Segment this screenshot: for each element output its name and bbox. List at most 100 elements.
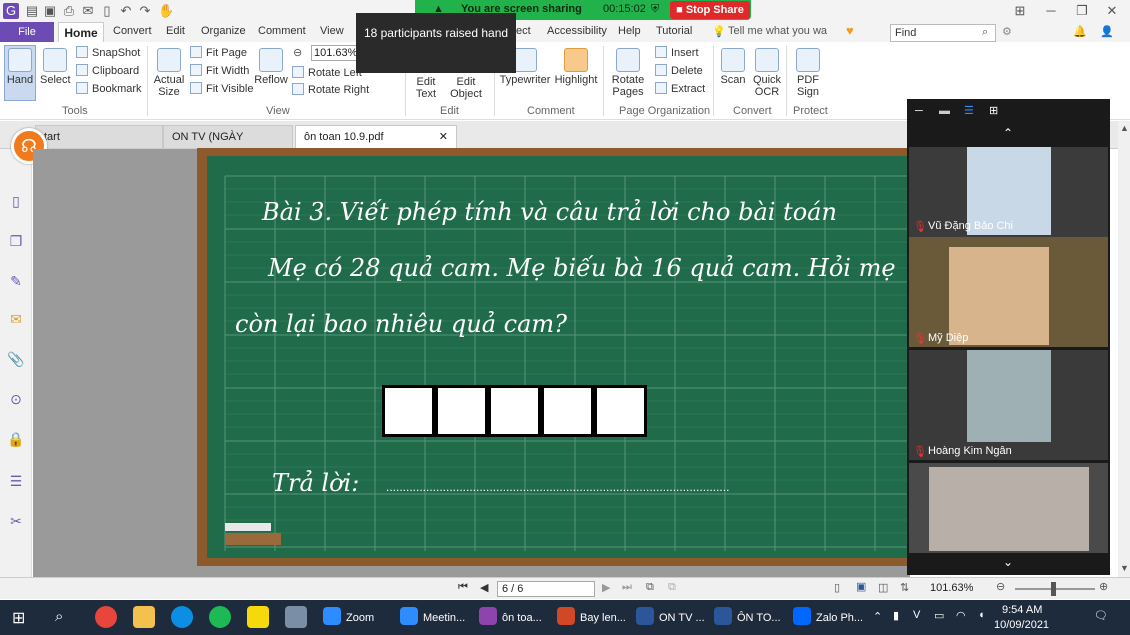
menu-view[interactable]: View (320, 25, 344, 37)
snapshot-button[interactable]: SnapShot (76, 46, 140, 59)
restore-icon[interactable]: ❐ (1074, 3, 1090, 19)
notification-icon[interactable]: 🔔 (1073, 25, 1087, 38)
clipboard-button[interactable]: Clipboard (76, 64, 139, 77)
taskbar-zalo[interactable]: Zalo Ph... (793, 604, 863, 632)
comments-icon[interactable]: ✉ (6, 309, 26, 329)
zoom-out-icon[interactable]: ⊖ (293, 46, 302, 59)
taskbar-word-2[interactable]: ÔN TO... (714, 604, 781, 632)
menu-comment[interactable]: Comment (258, 25, 306, 37)
continuous-page-icon[interactable]: ▣ (856, 580, 866, 593)
taskbar-foxit[interactable]: ôn toa... (479, 604, 542, 632)
cover-page-icon[interactable]: ⇅ (900, 581, 909, 594)
quick-ocr-button[interactable]: Quick OCR (750, 48, 784, 98)
home-tab[interactable]: Home (58, 22, 104, 43)
open-icon[interactable]: ▤ (24, 3, 40, 19)
edit-text-button[interactable]: Edit Text (410, 76, 442, 100)
file-tab[interactable]: File (0, 22, 54, 42)
chrome-icon[interactable] (95, 606, 117, 628)
close-window-icon[interactable]: ✕ (1104, 3, 1120, 19)
wifi-icon[interactable]: ◠ (956, 609, 966, 622)
last-page-icon[interactable]: ⏭ (622, 581, 632, 594)
taskbar-zoom[interactable]: Zoom (323, 604, 374, 632)
tell-me-input[interactable]: Tell me what you wa (728, 25, 827, 37)
previous-page-icon[interactable]: ◀ (480, 581, 488, 594)
form-icon[interactable]: ☰ (6, 471, 26, 491)
menu-organize[interactable]: Organize (201, 25, 246, 37)
vertical-scrollbar[interactable]: ▲ ▼ (1118, 121, 1130, 577)
participant-video-2[interactable] (909, 237, 1108, 347)
email-icon[interactable]: ✉ (80, 3, 96, 19)
settings-icon[interactable]: ⚙ (1002, 25, 1012, 38)
first-page-icon[interactable]: ⏮ (458, 581, 468, 594)
next-page-icon[interactable]: ▶ (602, 581, 610, 594)
search-icon[interactable]: ⌕ (982, 26, 988, 39)
clock-time[interactable]: 9:54 AM (1002, 604, 1042, 616)
fit-visible-button[interactable]: Fit Visible (190, 82, 253, 95)
stamp-icon[interactable]: ⊙ (6, 389, 26, 409)
save-icon[interactable]: ▣ (42, 3, 58, 19)
select-button[interactable]: Select (40, 48, 71, 86)
single-view-icon[interactable]: ▬ (939, 105, 950, 117)
previous-view-icon[interactable]: ⧉ (646, 581, 654, 594)
zoom-input[interactable]: 101.63% (311, 45, 359, 61)
volume-icon[interactable]: ◖ (978, 609, 985, 621)
scroll-down-icon[interactable]: ▼ (1120, 563, 1129, 573)
battery-icon[interactable]: ▭ (934, 609, 944, 622)
facing-page-icon[interactable]: ◫ (878, 581, 888, 594)
page-number-input[interactable]: 6 / 6 (497, 581, 595, 597)
layers-icon[interactable]: ❐ (6, 231, 26, 251)
minimize-icon[interactable]: ─ (1043, 3, 1059, 19)
hand-tool-icon[interactable]: ✋ (158, 3, 174, 19)
attachment-icon[interactable]: 📎 (6, 349, 26, 369)
print-icon[interactable]: ⎙ (61, 3, 77, 19)
stop-share-button[interactable]: ■ Stop Share (670, 1, 750, 19)
account-icon[interactable]: 👤 (1100, 25, 1114, 38)
reflow-button[interactable]: Reflow (254, 48, 288, 86)
new-icon[interactable]: ▯ (99, 3, 115, 19)
action-center-icon[interactable]: 🗨 (1094, 609, 1108, 622)
edit-object-button[interactable]: Edit Object (444, 76, 488, 100)
zoom-out-icon[interactable]: ⊖ (996, 580, 1005, 593)
sticky-notes-icon[interactable] (247, 606, 269, 628)
next-view-icon[interactable]: ⧉ (668, 581, 676, 594)
usb-icon[interactable]: ▮ (893, 609, 899, 622)
file-explorer-icon[interactable] (133, 606, 155, 628)
hand-button[interactable]: Hand (5, 48, 35, 86)
highlight-button[interactable]: Highlight (553, 48, 599, 86)
scroll-down-participants-icon[interactable]: ⌄ (1003, 555, 1013, 569)
rotate-pages-button[interactable]: Rotate Pages (608, 48, 648, 98)
fit-page-button[interactable]: Fit Page (190, 46, 247, 59)
vpn-icon[interactable]: V (913, 609, 920, 621)
spotify-icon[interactable] (209, 606, 231, 628)
menu-tutorial[interactable]: Tutorial (656, 25, 692, 37)
find-input[interactable]: Find (890, 24, 996, 42)
clock-date[interactable]: 10/09/2021 (994, 619, 1049, 631)
pdf-sign-button[interactable]: PDF Sign (792, 48, 824, 98)
undo-icon[interactable]: ↶ (118, 3, 134, 19)
menu-convert[interactable]: Convert (113, 25, 152, 37)
list-view-icon[interactable]: ☰ (964, 104, 974, 117)
participant-video-4[interactable] (909, 463, 1108, 553)
tab-start[interactable]: tart (35, 125, 163, 148)
zoom-in-icon[interactable]: ⊕ (1099, 580, 1108, 593)
fit-width-button[interactable]: Fit Width (190, 64, 249, 77)
grid-view-icon[interactable]: ⊞ (1012, 3, 1028, 19)
rotate-right-button[interactable]: Rotate Right (292, 83, 369, 96)
tray-chevron-icon[interactable]: ⌃ (873, 610, 882, 623)
bookmark-button[interactable]: Bookmark (76, 82, 142, 95)
network-app-icon[interactable] (285, 606, 307, 628)
rotate-left-button[interactable]: Rotate Left (292, 66, 362, 79)
insert-button[interactable]: Insert (655, 46, 699, 59)
menu-edit[interactable]: Edit (166, 25, 185, 37)
gallery-view-icon[interactable]: ⊞ (989, 104, 998, 117)
taskbar-meeting[interactable]: Meetin... (400, 604, 465, 632)
delete-button[interactable]: Delete (655, 64, 703, 77)
taskbar-powerpoint[interactable]: Bay len... (557, 604, 626, 632)
zoom-slider-thumb[interactable] (1051, 582, 1056, 596)
edge-icon[interactable] (171, 606, 193, 628)
search-icon[interactable]: ⌕ (55, 608, 63, 625)
single-page-icon[interactable]: ▯ (834, 581, 840, 594)
tab-on-tv[interactable]: ON TV (NGÀY 10.9).pdf (163, 125, 293, 166)
close-tab-icon[interactable]: ✕ (439, 126, 448, 149)
tools-icon[interactable]: ✂ (6, 511, 26, 531)
